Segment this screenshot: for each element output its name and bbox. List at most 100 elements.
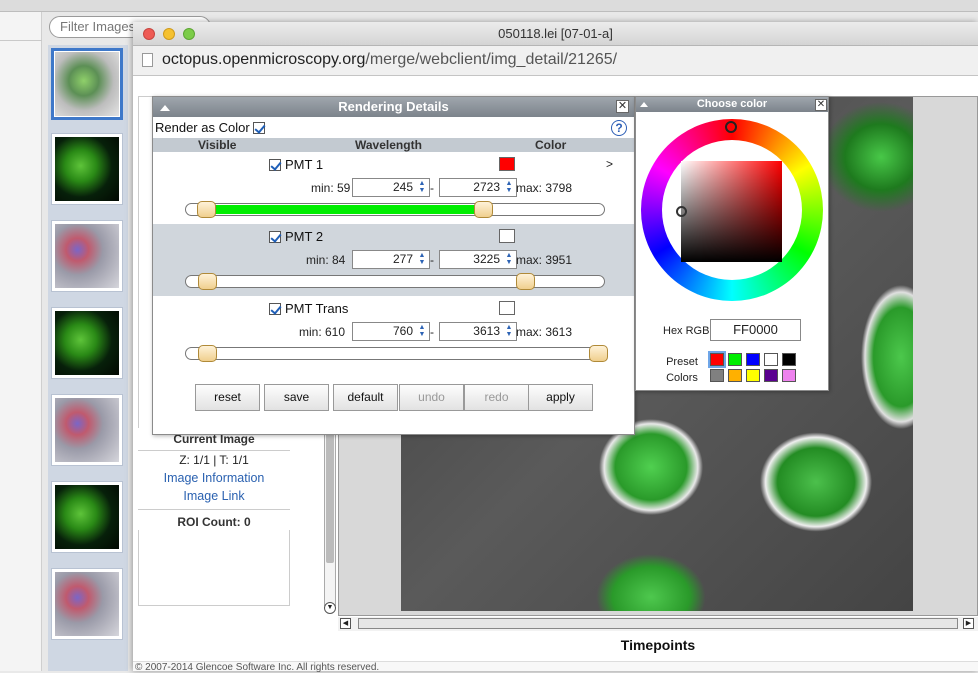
preset-color-swatch[interactable] (764, 369, 778, 382)
channel-color-swatch[interactable] (499, 229, 515, 243)
image-link[interactable]: Image Link (183, 489, 244, 503)
url-host: octopus.openmicroscopy.org (162, 51, 366, 68)
channel-end-input[interactable]: 3613 ▲ ▼ (439, 322, 517, 341)
preset-color-swatch[interactable] (728, 369, 742, 382)
col-visible: Visible (198, 138, 237, 152)
spinner-arrows-icon[interactable]: ▲ ▼ (503, 180, 515, 195)
slider-start-handle[interactable] (197, 201, 217, 218)
preset-color-swatch[interactable] (746, 369, 760, 382)
channel-end-input[interactable]: 2723 ▲ ▼ (439, 178, 517, 197)
scroll-right-icon[interactable]: ▶ (963, 618, 974, 629)
thumbnail-item[interactable] (51, 133, 123, 205)
channel-min-label: min: 610 (299, 325, 346, 339)
channel-label: PMT 1 (285, 157, 324, 172)
channel-start-input[interactable]: 760 ▲ ▼ (352, 322, 430, 341)
slider-end-handle[interactable] (474, 201, 494, 218)
default-button[interactable]: default (333, 384, 398, 411)
spinner-arrows-icon[interactable]: ▲ ▼ (416, 324, 428, 339)
channel-max-label: max: 3613 (516, 325, 573, 339)
range-dash: - (430, 253, 434, 267)
slider-start-handle[interactable] (197, 345, 217, 362)
saturation-value-square[interactable] (681, 161, 782, 262)
rendering-details-title[interactable]: Rendering Details (153, 97, 634, 117)
channel-end-value: 3613 (473, 324, 500, 338)
channel-start-input[interactable]: 277 ▲ ▼ (352, 250, 430, 269)
page-icon (142, 53, 153, 67)
preset-color-swatch[interactable] (782, 369, 796, 382)
render-as-color-checkbox[interactable] (253, 122, 266, 134)
channel-start-input[interactable]: 245 ▲ ▼ (352, 178, 430, 197)
thumbnail-item[interactable] (51, 394, 123, 466)
thumbnail-item[interactable] (51, 481, 123, 553)
channel-max-label: max: 3951 (516, 253, 573, 267)
horizontal-scrollbar[interactable]: ◀ ▶ (338, 617, 978, 631)
preset-color-swatch[interactable] (728, 353, 742, 366)
channel-color-swatch[interactable] (499, 301, 515, 315)
undo-button[interactable]: undo (399, 384, 464, 411)
thumbnail-image (55, 52, 119, 116)
address-bar[interactable]: octopus.openmicroscopy.org/merge/webclie… (133, 46, 978, 76)
reset-button[interactable]: reset (195, 384, 260, 411)
channel-visible-checkbox[interactable] (269, 159, 281, 171)
image-information-link[interactable]: Image Information (164, 471, 265, 485)
spinner-arrows-icon[interactable]: ▲ ▼ (416, 252, 428, 267)
timepoint-track[interactable] (358, 618, 958, 629)
range-dash: - (430, 325, 434, 339)
slider-range-fill (206, 349, 604, 358)
channel-range-slider[interactable] (185, 273, 605, 290)
slider-end-handle[interactable] (516, 273, 536, 290)
preset-color-swatch[interactable] (708, 351, 726, 368)
channel-min-label: min: 59 (311, 181, 351, 195)
scroll-down-icon[interactable]: ▼ (324, 602, 336, 614)
channel-visible-checkbox[interactable] (269, 303, 281, 315)
hex-rgb-input[interactable]: FF0000 (710, 319, 801, 341)
render-as-color-label: Render as Color (155, 120, 250, 135)
channel-color-swatch[interactable] (499, 157, 515, 171)
save-button[interactable]: save (264, 384, 329, 411)
help-icon[interactable]: ? (611, 120, 627, 136)
slider-range-fill (206, 205, 484, 214)
current-image-panel: Current Image Z: 1/1 | T: 1/1 Image Info… (138, 428, 290, 530)
spinner-arrows-icon[interactable]: ▲ ▼ (503, 324, 515, 339)
roi-count: ROI Count: 0 (138, 509, 290, 529)
hue-marker[interactable] (725, 121, 737, 133)
channel-start-value: 760 (392, 324, 413, 338)
thumbnail-item[interactable] (51, 48, 123, 120)
expand-icon[interactable]: > (606, 157, 613, 171)
timepoints-label: Timepoints (620, 637, 696, 653)
url-path: /merge/webclient/img_detail/21265/ (365, 51, 618, 68)
channel-row: PMT 1 min: 59 245 ▲ ▼ -2723 ▲ ▼ max: 3798 (153, 152, 634, 224)
channel-end-input[interactable]: 3225 ▲ ▼ (439, 250, 517, 269)
url-text[interactable]: octopus.openmicroscopy.org/merge/webclie… (162, 51, 617, 69)
thumbnail-item[interactable] (51, 307, 123, 379)
apply-button[interactable]: apply (528, 384, 593, 411)
slider-start-handle[interactable] (197, 273, 217, 290)
thumbnail-item[interactable] (51, 568, 123, 640)
collapse-icon[interactable] (160, 105, 170, 111)
col-color: Color (535, 138, 567, 152)
scroll-left-icon[interactable]: ◀ (340, 618, 351, 629)
spinner-arrows-icon[interactable]: ▲ ▼ (416, 180, 428, 195)
slider-end-handle[interactable] (589, 345, 608, 362)
channel-name: PMT 1 (269, 157, 323, 172)
preset-color-swatch[interactable] (746, 353, 760, 366)
thumbnail-image (55, 485, 119, 549)
preset-color-swatch[interactable] (764, 353, 778, 366)
channel-range-slider[interactable] (185, 345, 608, 362)
redo-button[interactable]: redo (464, 384, 529, 411)
close-icon[interactable]: ✕ (616, 100, 629, 113)
spinner-arrows-icon[interactable]: ▲ ▼ (503, 252, 515, 267)
range-dash: - (430, 181, 434, 195)
color-marker[interactable] (676, 206, 687, 217)
choose-color-title[interactable]: Choose color (636, 97, 828, 112)
channel-label: PMT 2 (285, 229, 324, 244)
collapse-icon[interactable] (640, 102, 648, 107)
thumbnail-item[interactable] (51, 220, 123, 292)
channel-range-slider[interactable] (185, 201, 605, 218)
channel-visible-checkbox[interactable] (269, 231, 281, 243)
preset-color-swatch[interactable] (782, 353, 796, 366)
preset-color-swatch[interactable] (710, 369, 724, 382)
col-wavelength: Wavelength (355, 138, 422, 152)
close-icon[interactable]: ✕ (815, 99, 827, 111)
colors-label: Colors (666, 372, 698, 384)
